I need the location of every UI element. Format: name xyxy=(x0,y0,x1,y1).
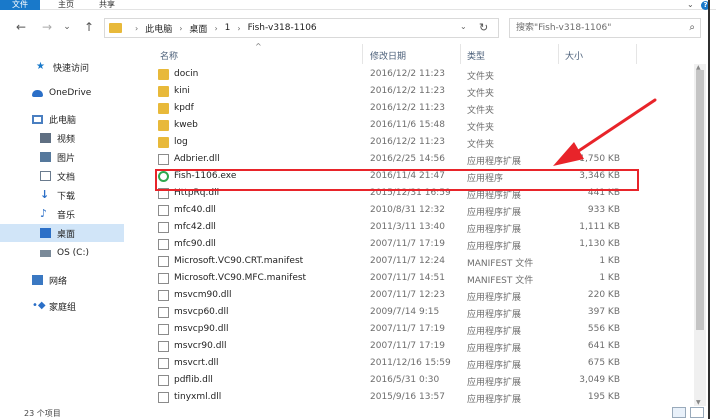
scroll-down-icon[interactable]: ▼ xyxy=(696,399,701,406)
vertical-scrollbar[interactable]: ▲ ▼ xyxy=(694,64,706,406)
details-view-icon[interactable] xyxy=(672,407,686,418)
annotation-arrow xyxy=(553,98,657,166)
status-bar: 23 个项目 xyxy=(0,406,716,419)
window-edge xyxy=(708,0,710,419)
scrollbar-thumb[interactable] xyxy=(696,70,704,330)
item-count: 23 个项目 xyxy=(24,409,61,418)
large-icons-view-icon[interactable] xyxy=(690,407,704,418)
